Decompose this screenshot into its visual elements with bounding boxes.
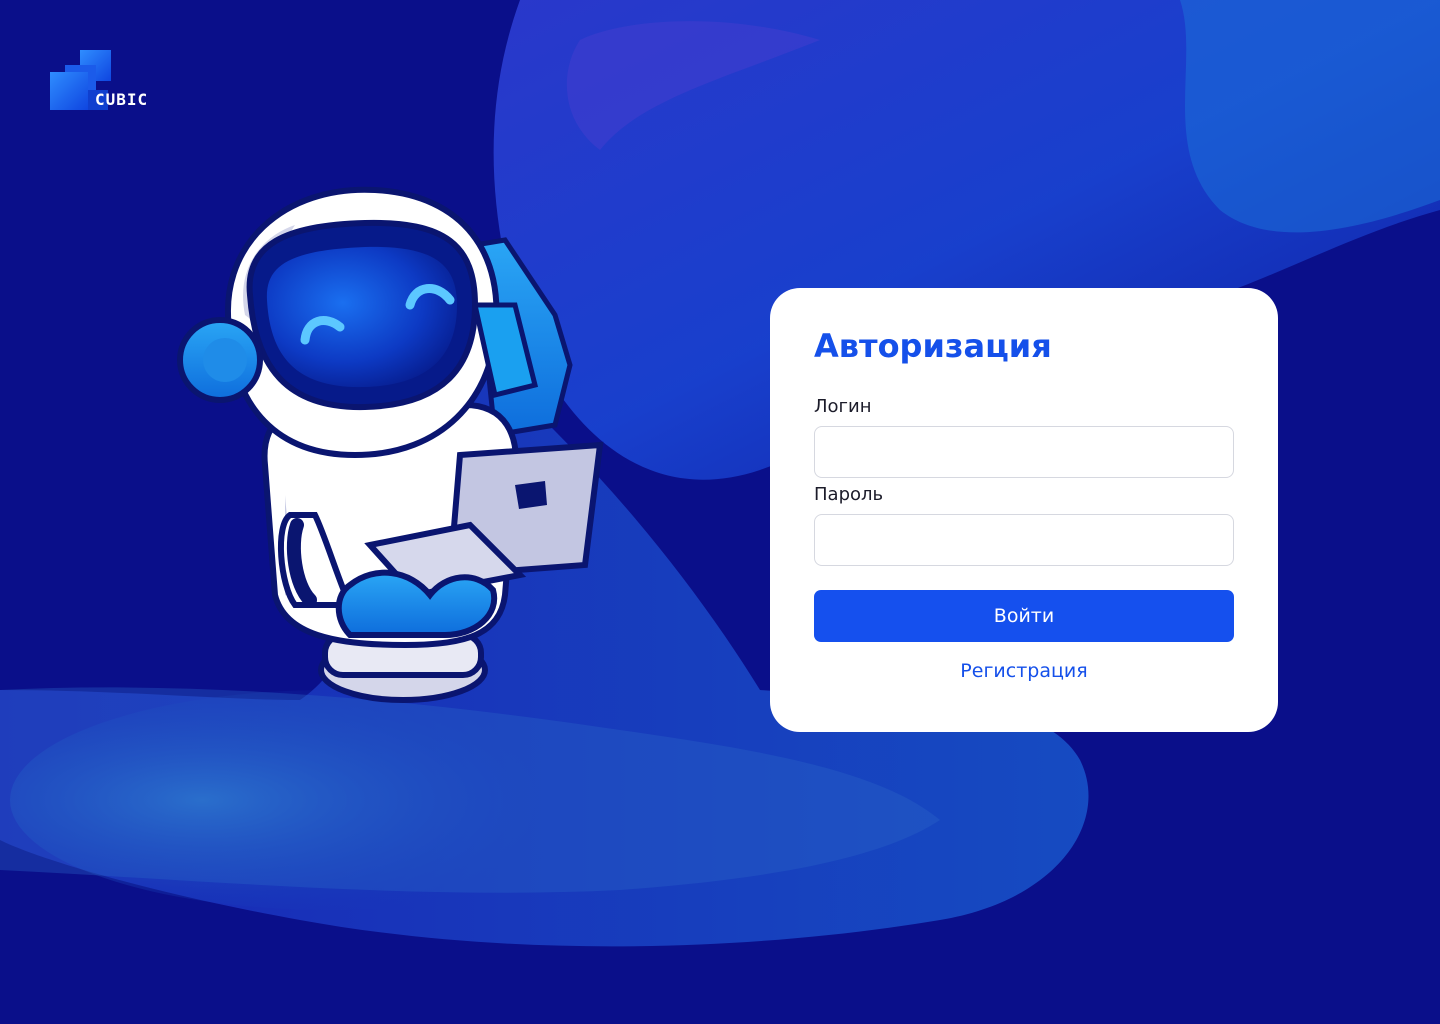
- auth-card: Авторизация Логин Пароль Войти Регистрац…: [770, 288, 1278, 732]
- password-input[interactable]: [814, 514, 1234, 566]
- brand-name: CUBIC: [95, 90, 149, 109]
- register-link[interactable]: Регистрация: [814, 660, 1234, 682]
- robot-astronaut-illustration: [177, 186, 604, 703]
- login-button[interactable]: Войти: [814, 590, 1234, 642]
- auth-title: Авторизация: [814, 327, 1052, 365]
- password-label: Пароль: [814, 484, 884, 505]
- login-input[interactable]: [814, 426, 1234, 478]
- login-label: Логин: [814, 396, 872, 417]
